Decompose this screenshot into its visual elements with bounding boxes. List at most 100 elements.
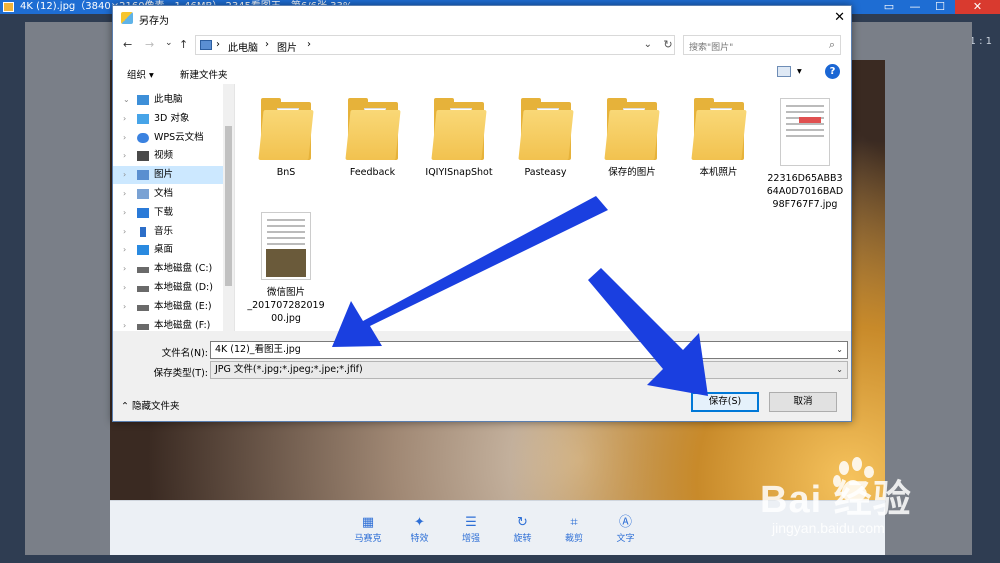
folder-item[interactable]: IQIYISnapShot xyxy=(419,98,499,179)
file-name: 98F767F7.jpg xyxy=(772,199,838,210)
breadcrumb[interactable]: › 此电脑 › 图片 › ⌄ xyxy=(195,35,675,55)
viewer-app-icon xyxy=(3,2,14,12)
scrollbar-thumb[interactable] xyxy=(225,126,232,286)
nav-tree-item[interactable]: ⌄ 此电脑 xyxy=(113,91,223,109)
file-name: 00.jpg xyxy=(271,313,301,324)
forward-button[interactable]: → xyxy=(145,38,154,51)
view-options-icon[interactable] xyxy=(777,66,791,77)
chevron-right-icon[interactable]: › xyxy=(123,204,126,222)
new-folder-button[interactable]: 新建文件夹 xyxy=(180,67,228,81)
chevron-right-icon[interactable]: › xyxy=(123,147,126,165)
chevron-down-icon[interactable]: ⌄ xyxy=(836,342,843,358)
nav-tree-label: WPS云文档 xyxy=(154,131,204,143)
nav-tree-item[interactable]: › 3D 对象 xyxy=(113,110,223,128)
up-folder-button[interactable]: ↑ xyxy=(179,38,188,51)
nav-tree-item[interactable]: › 本地磁盘 (F:) xyxy=(113,317,223,335)
image-file-item[interactable]: 22316D65ABB3 64A0D7016BAD 98F767F7.jpg xyxy=(765,98,845,211)
chevron-down-icon[interactable]: ⌄ xyxy=(123,91,130,109)
back-button[interactable]: ← xyxy=(123,38,132,51)
save-button[interactable]: 保存(S) xyxy=(691,392,759,412)
nav-tree-item[interactable]: › 本地磁盘 (E:) xyxy=(113,298,223,316)
filetype-value: JPG 文件(*.jpg;*.jpeg;*.jpe;*.jfif) xyxy=(215,364,363,375)
help-icon[interactable]: ? xyxy=(825,64,840,79)
folder-icon xyxy=(258,98,314,160)
download-icon xyxy=(137,207,149,218)
nav-tree-label: 桌面 xyxy=(154,244,174,256)
cancel-button[interactable]: 取消 xyxy=(769,392,837,412)
drive-icon xyxy=(137,267,149,274)
chevron-right-icon[interactable]: › xyxy=(123,129,126,147)
breadcrumb-sep-icon: › xyxy=(216,39,220,50)
nav-tree-item[interactable]: › 桌面 xyxy=(113,241,223,259)
filetype-select[interactable]: JPG 文件(*.jpg;*.jpeg;*.jpe;*.jfif) ⌄ xyxy=(210,361,848,379)
hide-folders-label: 隐藏文件夹 xyxy=(132,401,180,412)
recent-locations-button[interactable]: ⌄ xyxy=(165,38,173,48)
chevron-right-icon[interactable]: › xyxy=(123,110,126,128)
nav-tree-label: 此电脑 xyxy=(154,94,183,105)
chevron-down-icon[interactable]: ⌄ xyxy=(836,362,843,378)
chevron-right-icon[interactable]: › xyxy=(123,166,126,184)
nav-tree-item[interactable]: › 下载 xyxy=(113,204,223,222)
toolbar-button-label: 旋转 xyxy=(513,534,532,544)
file-name: IQIYISnapShot xyxy=(425,167,493,178)
search-icon: ⌕ xyxy=(828,38,835,51)
folder-item[interactable]: BnS xyxy=(246,98,326,179)
nav-tree-item[interactable]: › 音乐 xyxy=(113,223,223,241)
crop-icon: ⌗ xyxy=(570,515,578,530)
breadcrumb-item-pc[interactable]: 此电脑 xyxy=(228,39,258,54)
chevron-right-icon[interactable]: › xyxy=(123,185,126,203)
filetype-label: 保存类型(T): xyxy=(153,368,208,379)
viewer-minimize-button[interactable]: — xyxy=(905,0,925,14)
viewer-zoom-label[interactable]: 1 : 1 xyxy=(970,36,992,47)
organize-button[interactable]: 组织 ▾ xyxy=(127,67,154,81)
rotate-icon: ↻ xyxy=(517,515,528,530)
chevron-right-icon[interactable]: › xyxy=(123,260,126,278)
toolbar-button[interactable]: ⌗ 裁剪 xyxy=(556,515,592,544)
computer-icon xyxy=(137,95,149,105)
nav-pane-scrollbar[interactable] xyxy=(223,84,234,331)
chevron-right-icon[interactable]: › xyxy=(123,298,126,316)
nav-tree-item[interactable]: › WPS云文档 xyxy=(113,129,223,147)
chevron-right-icon[interactable]: › xyxy=(123,317,126,335)
nav-tree-item[interactable]: › 本地磁盘 (C:) xyxy=(113,260,223,278)
toolbar-button[interactable]: Ⓐ 文字 xyxy=(608,515,644,544)
viewer-close-button[interactable]: ✕ xyxy=(955,0,1000,14)
magic-wand-icon: ✦ xyxy=(414,515,425,530)
breadcrumb-sep-icon: › xyxy=(307,39,311,50)
nav-tree-item[interactable]: › 文档 xyxy=(113,185,223,203)
image-file-item[interactable]: 微信图片 _201707282019 00.jpg xyxy=(246,212,326,325)
folder-item[interactable]: 保存的图片 xyxy=(592,98,672,179)
breadcrumb-item-pictures[interactable]: 图片 xyxy=(277,39,297,54)
nav-tree-label: 图片 xyxy=(154,169,174,181)
folder-item[interactable]: 本机照片 xyxy=(679,98,759,179)
nav-tree-item[interactable]: › 本地磁盘 (D:) xyxy=(113,279,223,297)
nav-tree-label: 本地磁盘 (F:) xyxy=(154,319,211,331)
chevron-right-icon[interactable]: › xyxy=(123,223,126,241)
view-options-caret-icon[interactable]: ▾ xyxy=(797,66,802,77)
nav-tree-label: 本地磁盘 (C:) xyxy=(154,263,213,275)
filename-input[interactable]: 4K (12)_看图王.jpg ⌄ xyxy=(210,341,848,359)
nav-tree-item[interactable]: › 图片 xyxy=(113,166,223,185)
toolbar-button[interactable]: ↻ 旋转 xyxy=(505,515,541,544)
toolbar-button-label: 裁剪 xyxy=(564,534,583,544)
hide-folders-toggle[interactable]: ⌃ 隐藏文件夹 xyxy=(121,398,180,412)
file-name: 22316D65ABB3 xyxy=(767,173,843,184)
nav-tree-item[interactable]: › 视频 xyxy=(113,147,223,165)
toolbar-button-label: 特效 xyxy=(410,534,429,544)
chevron-right-icon[interactable]: › xyxy=(123,279,126,297)
desktop-icon xyxy=(137,245,149,256)
toolbar-button[interactable]: ☰ 增强 xyxy=(453,515,489,544)
text-icon: Ⓐ xyxy=(618,515,632,530)
toolbar-button[interactable]: ✦ 特效 xyxy=(402,515,438,544)
toolbar-button[interactable]: ▦ 马赛克 xyxy=(350,515,386,544)
refresh-button[interactable]: ↻ xyxy=(659,35,677,55)
viewer-maximize-button[interactable]: ☐ xyxy=(930,0,950,14)
viewer-fullscreen-button[interactable]: ▭ xyxy=(879,0,899,14)
folder-item[interactable]: Feedback xyxy=(333,98,413,179)
dialog-title-bar: 另存为 ✕ xyxy=(113,6,851,30)
search-input[interactable]: 搜索"图片" ⌕ xyxy=(683,35,841,55)
chevron-right-icon[interactable]: › xyxy=(123,241,126,259)
folder-item[interactable]: Pasteasy xyxy=(506,98,586,179)
breadcrumb-dropdown-icon[interactable]: ⌄ xyxy=(644,39,652,50)
dialog-close-icon[interactable]: ✕ xyxy=(834,10,845,25)
